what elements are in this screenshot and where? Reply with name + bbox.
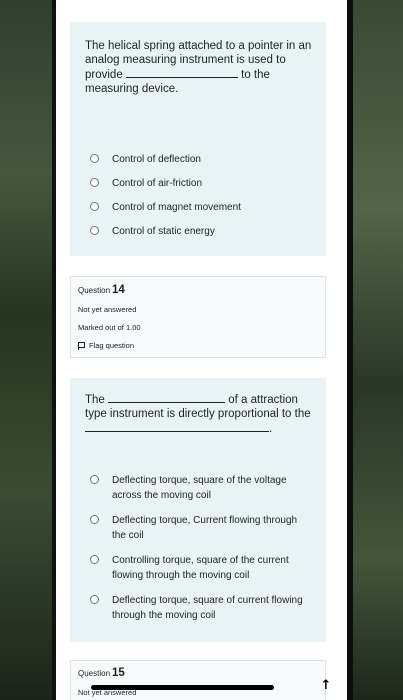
option-label: Controlling torque, square of the curren… xyxy=(112,555,289,581)
question-label: Question xyxy=(78,669,111,678)
flag-question-link[interactable]: Flag question xyxy=(78,341,134,350)
question-14-info: Question 14 Not yet answered Marked out o… xyxy=(70,276,326,358)
option-13-c[interactable]: Control of magnet movement xyxy=(90,200,310,215)
quiz-page: The helical spring attached to a pointer… xyxy=(56,0,347,700)
radio-icon[interactable] xyxy=(90,202,99,211)
option-label: Control of deflection xyxy=(112,154,201,165)
question-number: Question 15 xyxy=(78,667,125,679)
radio-icon[interactable] xyxy=(90,555,99,564)
radio-icon[interactable] xyxy=(90,154,99,163)
option-14-b[interactable]: Deflecting torque, Current flowing throu… xyxy=(90,513,310,543)
option-13-d[interactable]: Control of static energy xyxy=(90,224,310,239)
background-right-edge xyxy=(347,0,403,700)
question-13-text: The helical spring attached to a pointer… xyxy=(85,39,315,96)
radio-icon[interactable] xyxy=(90,475,99,484)
answer-blank xyxy=(125,67,238,78)
option-14-a[interactable]: Deflecting torque, square of the voltage… xyxy=(90,473,310,503)
option-label: Control of static energy xyxy=(112,226,215,237)
radio-icon[interactable] xyxy=(90,226,99,235)
question-14-text-part1: The xyxy=(85,394,105,406)
question-status: Not yet answered xyxy=(78,305,137,314)
question-14-text-box: The of a attraction type instrument is d… xyxy=(70,378,326,642)
question-number-value: 14 xyxy=(112,284,125,296)
question-number: Question 14 xyxy=(78,284,125,296)
question-14-text: The of a attraction type instrument is d… xyxy=(85,392,315,436)
flag-icon xyxy=(78,341,85,350)
radio-icon[interactable] xyxy=(90,515,99,524)
question-marks: Marked out of 1.00 xyxy=(78,323,141,332)
option-label: Deflecting torque, square of current flo… xyxy=(112,595,303,621)
option-label: Deflecting torque, square of the voltage… xyxy=(112,475,287,501)
question-15-info: Question 15 Not yet answered xyxy=(70,660,326,700)
arrow-up-icon[interactable]: ↑ xyxy=(318,678,334,694)
option-14-d[interactable]: Deflecting torque, square of current flo… xyxy=(90,593,310,623)
option-14-c[interactable]: Controlling torque, square of the curren… xyxy=(90,553,310,583)
option-13-a[interactable]: Control of deflection xyxy=(90,152,310,167)
radio-icon[interactable] xyxy=(90,595,99,604)
option-13-b[interactable]: Control of air-friction xyxy=(90,176,310,191)
option-label: Deflecting torque, Current flowing throu… xyxy=(112,515,298,541)
question-13-text-box: The helical spring attached to a pointer… xyxy=(70,22,326,256)
radio-icon[interactable] xyxy=(90,178,99,187)
option-label: Control of air-friction xyxy=(112,178,203,189)
question-label: Question xyxy=(78,286,111,295)
question-14-text-end: . xyxy=(269,423,273,435)
answer-blank xyxy=(108,392,226,403)
flag-question-label: Flag question xyxy=(89,341,135,350)
question-number-value: 15 xyxy=(112,667,125,679)
background-left-edge xyxy=(0,0,56,700)
home-indicator[interactable] xyxy=(91,685,274,690)
option-label: Control of magnet movement xyxy=(112,202,241,213)
answer-blank xyxy=(85,421,269,432)
